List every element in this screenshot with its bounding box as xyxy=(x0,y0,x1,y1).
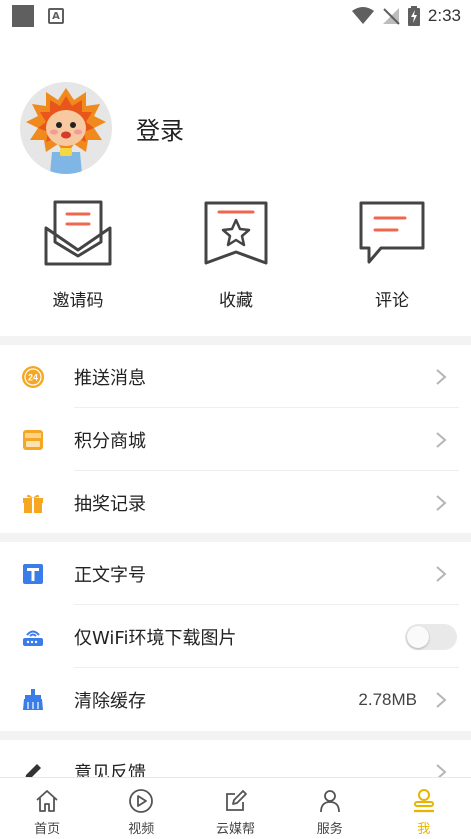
wifi-signal-icon xyxy=(351,7,374,24)
menu-item-label: 积分商城 xyxy=(74,430,146,452)
menu-item-push-messages[interactable]: 24 推送消息 xyxy=(0,345,471,408)
push-24-icon: 24 xyxy=(22,365,44,388)
chevron-right-icon xyxy=(436,431,447,448)
shortcut-favorites[interactable]: 收藏 xyxy=(176,198,296,311)
chevron-right-icon xyxy=(436,494,447,511)
bottom-tab-bar: 首页 视频 云媒帮 服务 我 xyxy=(0,777,471,839)
section-divider xyxy=(0,533,471,542)
menu-item-lottery-records[interactable]: 抽奖记录 xyxy=(0,471,471,534)
menu-item-label: 推送消息 xyxy=(74,367,146,389)
status-bar: A 2:33 xyxy=(0,0,471,32)
notification-square-icon xyxy=(12,5,34,27)
shortcut-label: 收藏 xyxy=(219,291,253,311)
toggle-knob xyxy=(407,625,429,648)
tab-me[interactable]: 我 xyxy=(377,778,471,839)
battery-charging-icon xyxy=(407,6,420,26)
menu-item-label: 抽奖记录 xyxy=(74,493,146,515)
tab-label: 云媒帮 xyxy=(216,822,256,837)
status-time: 2:33 xyxy=(427,6,461,25)
tab-yunmeibang[interactable]: 云媒帮 xyxy=(188,778,282,839)
avatar[interactable] xyxy=(20,82,112,174)
me-icon xyxy=(413,789,434,813)
home-icon xyxy=(36,790,58,812)
chevron-right-icon xyxy=(436,691,447,708)
edit-square-icon xyxy=(225,790,247,811)
tab-label: 我 xyxy=(417,822,431,837)
menu-item-label: 仅WiFi环境下载图片 xyxy=(74,627,237,649)
wifi-router-icon xyxy=(23,630,43,646)
broom-icon xyxy=(23,688,43,710)
section-divider xyxy=(0,336,471,345)
cache-size-value: 2.78MB xyxy=(358,689,417,709)
chevron-right-icon xyxy=(436,565,447,582)
section-divider xyxy=(0,731,471,740)
menu-item-wifi-only-images: 仅WiFi环境下载图片 xyxy=(0,605,471,668)
lion-mascot-icon xyxy=(20,82,112,174)
shortcut-label: 邀请码 xyxy=(52,291,104,311)
menu-item-label: 清除缓存 xyxy=(74,690,146,712)
menu-item-label: 正文字号 xyxy=(74,564,146,586)
bookmark-star-icon xyxy=(204,201,268,265)
login-label[interactable]: 登录 xyxy=(136,111,184,146)
shortcut-label: 评论 xyxy=(375,291,409,311)
tab-services[interactable]: 服务 xyxy=(283,778,377,839)
shortcut-invite-code[interactable]: 邀请码 xyxy=(18,198,138,311)
tab-label: 视频 xyxy=(128,822,155,837)
invite-envelope-icon xyxy=(44,200,112,266)
gift-icon xyxy=(23,494,43,513)
points-shop-icon xyxy=(23,429,43,450)
svg-text:24: 24 xyxy=(28,372,38,382)
play-circle-icon xyxy=(129,789,154,813)
wifi-only-toggle[interactable] xyxy=(405,623,457,650)
person-icon xyxy=(319,790,340,813)
no-signal-icon xyxy=(382,8,400,25)
tab-home[interactable]: 首页 xyxy=(0,778,94,839)
profile-header[interactable]: 登录 xyxy=(20,82,184,174)
shortcut-row: 邀请码 收藏 评论 xyxy=(0,198,471,318)
tab-video[interactable]: 视频 xyxy=(94,778,188,839)
notification-a-icon: A xyxy=(48,8,64,24)
comment-bubble-icon xyxy=(359,201,425,264)
menu-item-font-size[interactable]: 正文字号 xyxy=(0,542,471,605)
menu-item-clear-cache[interactable]: 清除缓存 2.78MB xyxy=(0,668,471,731)
tab-label: 首页 xyxy=(34,822,61,837)
font-size-icon xyxy=(23,563,43,584)
menu-item-points-mall[interactable]: 积分商城 xyxy=(0,408,471,471)
shortcut-comments[interactable]: 评论 xyxy=(332,198,452,311)
tab-label: 服务 xyxy=(316,822,343,837)
chevron-right-icon xyxy=(436,368,447,385)
